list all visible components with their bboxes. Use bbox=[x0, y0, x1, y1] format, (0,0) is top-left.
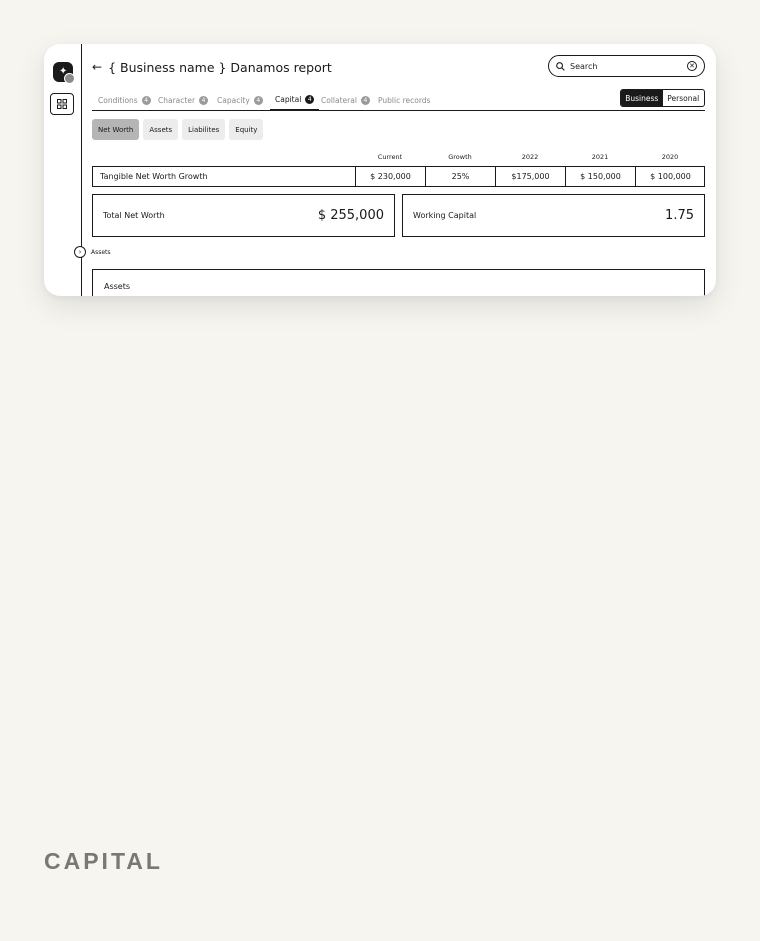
subtab-net-worth[interactable]: Net Worth bbox=[92, 119, 140, 140]
header: ← { Business name } Danamos report bbox=[92, 58, 332, 76]
assets-section-toggle[interactable]: › Assets bbox=[74, 246, 111, 258]
search-input[interactable]: Search ✕ bbox=[548, 55, 705, 77]
tab-badge: 4 bbox=[199, 95, 209, 105]
tab-conditions[interactable]: Conditions 4 bbox=[98, 90, 151, 110]
table-cell: $ 150,000 bbox=[565, 167, 635, 186]
column-header: 2020 bbox=[661, 153, 679, 161]
total-net-worth-card: Total Net Worth $ 255,000 bbox=[92, 194, 395, 237]
report-window: ✦ ← { Business name } Danamos report Sea… bbox=[44, 44, 716, 296]
tab-badge: 4 bbox=[141, 95, 151, 105]
grid-icon[interactable] bbox=[50, 93, 74, 115]
column-header: Current bbox=[377, 153, 403, 161]
app-logo-icon[interactable]: ✦ bbox=[53, 62, 75, 84]
search-icon bbox=[556, 61, 565, 71]
kpi-label: Total Net Worth bbox=[103, 211, 165, 220]
sidebar: ✦ bbox=[44, 44, 82, 296]
tab-character[interactable]: Character 4 bbox=[158, 90, 209, 110]
tab-badge: 4 bbox=[305, 95, 315, 104]
kpi-value: 1.75 bbox=[665, 208, 694, 223]
tab-bar: Conditions 4 Character 4 Capacity 4 Capital… bbox=[92, 90, 705, 111]
kpi-label: Working Capital bbox=[413, 211, 477, 220]
tab-collateral[interactable]: Collateral 4 bbox=[321, 90, 370, 110]
chevron-right-icon[interactable]: › bbox=[74, 246, 86, 258]
table-cell: 25% bbox=[425, 167, 495, 186]
toggle-personal[interactable]: Personal bbox=[663, 90, 705, 106]
business-personal-toggle: Business Personal bbox=[620, 89, 705, 107]
page-caption: CAPITAL bbox=[44, 848, 163, 874]
search-placeholder: Search bbox=[570, 61, 598, 71]
tab-public-records[interactable]: Public records bbox=[378, 90, 430, 110]
column-header: 2022 bbox=[521, 153, 539, 161]
tab-capital[interactable]: Capital 4 bbox=[270, 90, 320, 111]
table-cell: $175,000 bbox=[495, 167, 565, 186]
subtab-bar: Net Worth Assets Liabilites Equity bbox=[92, 119, 267, 140]
table-cell: $ 230,000 bbox=[355, 167, 425, 186]
table-cell: $ 100,000 bbox=[635, 167, 705, 186]
table-row: Tangible Net Worth Growth $ 230,000 25% … bbox=[92, 166, 705, 187]
subtab-assets[interactable]: Assets bbox=[143, 119, 179, 140]
tab-capacity[interactable]: Capacity 4 bbox=[217, 90, 263, 110]
tab-badge: 4 bbox=[360, 95, 370, 105]
row-label: Tangible Net Worth Growth bbox=[100, 172, 208, 181]
working-capital-card: Working Capital 1.75 bbox=[402, 194, 705, 237]
close-icon[interactable]: ✕ bbox=[687, 61, 697, 71]
assets-panel: Assets bbox=[92, 269, 705, 296]
column-header: 2021 bbox=[591, 153, 609, 161]
arrow-left-icon[interactable]: ← bbox=[92, 60, 102, 74]
kpi-value: $ 255,000 bbox=[317, 208, 384, 223]
page-title: { Business name } Danamos report bbox=[108, 59, 332, 75]
tab-badge: 4 bbox=[253, 95, 263, 105]
toggle-business[interactable]: Business bbox=[621, 90, 663, 106]
subtab-equity[interactable]: Equity bbox=[229, 119, 264, 140]
subtab-liabilities[interactable]: Liabilites bbox=[182, 119, 226, 140]
section-label: Assets bbox=[91, 248, 111, 256]
column-header: Growth bbox=[448, 153, 472, 161]
assets-panel-title: Assets bbox=[104, 282, 131, 291]
